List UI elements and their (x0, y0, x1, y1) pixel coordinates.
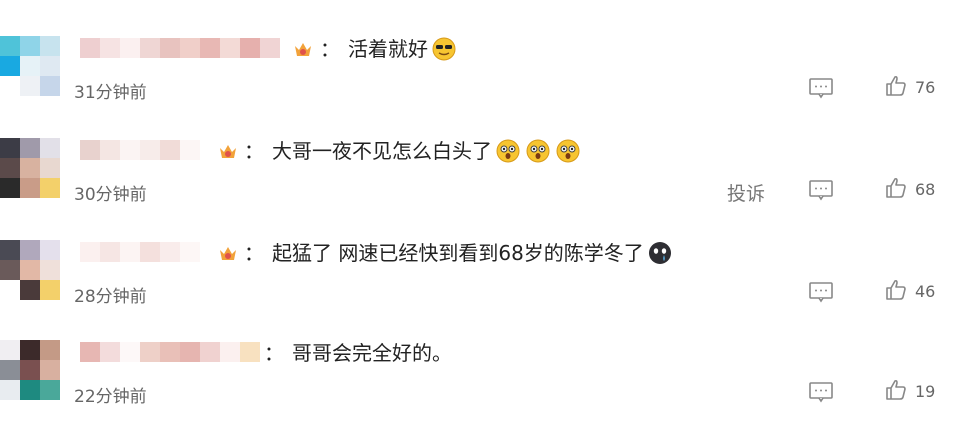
crown-badge-icon (220, 247, 236, 260)
avatar[interactable] (0, 340, 62, 402)
reply-icon[interactable] (808, 179, 834, 201)
avatar[interactable] (0, 240, 62, 302)
like-count: 19 (915, 382, 936, 401)
timestamp: 22分钟前 (74, 387, 147, 407)
colon: ： (244, 241, 264, 265)
comment-text: 活着就好 (348, 37, 428, 61)
colon: ： (244, 139, 264, 163)
username-blurred[interactable] (80, 140, 200, 160)
comment-item: ： 哥哥会完全好的。 22分钟前 19 (0, 340, 966, 440)
reply-icon[interactable] (808, 381, 834, 403)
thumbs-up-icon[interactable] (884, 74, 908, 98)
like-count: 68 (915, 180, 936, 199)
crying-emoji-icon (648, 242, 671, 264)
timestamp: 31分钟前 (74, 83, 147, 103)
username-blurred[interactable] (80, 38, 280, 58)
timestamp: 30分钟前 (74, 185, 147, 205)
crown-badge-icon (295, 43, 311, 56)
like-count: 46 (915, 282, 936, 301)
timestamp: 28分钟前 (74, 287, 147, 307)
comment-feed: ： 活着就好 31分钟前 76 ： 大哥一夜不见怎么白头了 30分钟前 投诉 6… (0, 0, 966, 412)
username-blurred[interactable] (80, 342, 260, 362)
report-button[interactable]: 投诉 (727, 179, 765, 206)
cool-emoji-icon (432, 37, 456, 61)
colon: ： (264, 341, 284, 365)
shocked-emoji-icon (496, 139, 520, 163)
comment-text: 大哥一夜不见怎么白头了 (272, 139, 492, 163)
avatar[interactable] (0, 138, 62, 200)
thumbs-up-icon[interactable] (884, 278, 908, 302)
crown-badge-icon (220, 145, 236, 158)
username-blurred[interactable] (80, 242, 200, 262)
thumbs-up-icon[interactable] (884, 378, 908, 402)
shocked-emoji-icon (556, 139, 580, 163)
like-count: 76 (915, 78, 936, 97)
comment-text: 哥哥会完全好的。 (292, 341, 452, 365)
reply-icon[interactable] (808, 77, 834, 99)
comment-item: ： 活着就好 31分钟前 76 (0, 36, 966, 136)
comment-text: 起猛了 网速已经快到看到68岁的陈学冬了 (272, 241, 644, 265)
comment-item: ： 起猛了 网速已经快到看到68岁的陈学冬了 28分钟前 46 (0, 240, 966, 340)
avatar[interactable] (0, 36, 62, 98)
reply-icon[interactable] (808, 281, 834, 303)
shocked-emoji-icon (526, 139, 550, 163)
colon: ： (320, 37, 340, 61)
thumbs-up-icon[interactable] (884, 176, 908, 200)
comment-item: ： 大哥一夜不见怎么白头了 30分钟前 投诉 68 (0, 138, 966, 238)
